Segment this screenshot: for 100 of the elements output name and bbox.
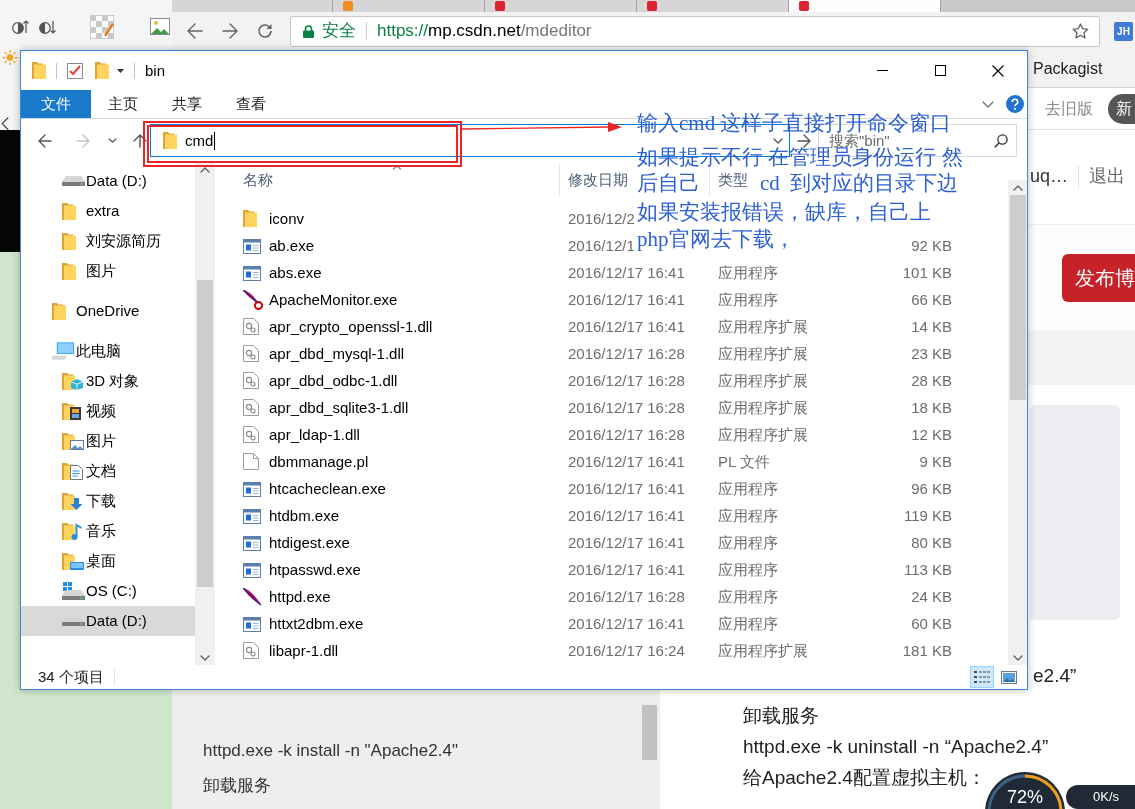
preview-line: 卸载服务 <box>743 704 819 728</box>
browser-tab[interactable] <box>637 0 789 12</box>
preview-line: e2.4” <box>1033 664 1077 688</box>
minimize-icon <box>876 70 888 71</box>
nav-item[interactable]: 此电脑 <box>21 336 195 366</box>
program-window-icon <box>243 237 261 254</box>
modified-date: 2016/12/17 16:41 <box>568 263 685 282</box>
annotation-text: php官网去下载， <box>637 229 795 250</box>
ribbon-tab[interactable]: 文件 <box>21 90 91 118</box>
item-count: 34 个项目 <box>38 668 104 686</box>
scrollbar-thumb[interactable] <box>197 280 213 587</box>
logout-link[interactable]: 退出 <box>1089 166 1125 188</box>
file-name[interactable]: httpd.exe <box>269 587 331 606</box>
file-type: 应用程序 <box>718 290 778 309</box>
search-icon[interactable] <box>994 134 1008 148</box>
file-name[interactable]: htcacheclean.exe <box>269 479 386 498</box>
column-header[interactable]: 类型 <box>710 169 756 191</box>
contrast-up-icon[interactable] <box>12 18 29 35</box>
ribbon-tab[interactable]: 主页 <box>91 90 155 118</box>
nav-item[interactable]: 图片 <box>21 426 195 456</box>
folder-icon <box>163 132 177 149</box>
file-name[interactable]: libapr-1.dll <box>269 641 339 660</box>
nav-item[interactable]: extra <box>21 196 195 226</box>
scroll-down-icon[interactable] <box>1012 655 1023 661</box>
file-size: 14 KB <box>911 317 952 336</box>
usage-percent: 72% <box>1007 787 1043 807</box>
file-name[interactable]: iconv <box>269 209 305 228</box>
scroll-up-icon[interactable] <box>200 167 210 173</box>
nav-item[interactable]: 桌面 <box>21 546 195 576</box>
bookmark-link[interactable]: Packagist <box>1033 58 1103 79</box>
file-name[interactable]: htdbm.exe <box>269 506 340 525</box>
browser-tab[interactable] <box>789 0 941 12</box>
user-name[interactable]: uq… <box>1029 166 1068 188</box>
url-field[interactable]: 安全 https://mp.csdn.net/mdeditor <box>290 15 1100 47</box>
nav-item[interactable]: Data (D:) <box>21 606 195 636</box>
annotation-text: 如果安装报错误，缺库，自己上 <box>637 202 931 223</box>
file-name[interactable]: apr_ldap-1.dll <box>269 425 360 444</box>
modified-date: 2016/12/17 16:28 <box>568 425 685 444</box>
checkerboard-icon[interactable] <box>90 14 114 39</box>
file-size: 12 KB <box>911 425 952 444</box>
extension-button[interactable]: JH <box>1114 21 1133 41</box>
file-name[interactable]: httxt2dbm.exe <box>269 614 364 633</box>
modified-date: 2016/12/17 16:41 <box>568 506 685 525</box>
file-name[interactable]: abs.exe <box>269 263 322 282</box>
ribbon-tab[interactable]: 查看 <box>219 90 283 118</box>
browser-tab[interactable] <box>485 0 637 12</box>
details-view-button[interactable] <box>970 666 994 688</box>
modified-date: 2016/12/17 16:28 <box>568 371 685 390</box>
file-name[interactable]: htdigest.exe <box>269 533 350 552</box>
file-type: 应用程序 <box>718 614 778 633</box>
nav-item[interactable]: 图片 <box>21 256 195 286</box>
nav-item[interactable]: 下载 <box>21 486 195 516</box>
publish-button[interactable]: 发布博 <box>1062 253 1135 302</box>
program-window-icon <box>243 480 261 497</box>
file-name[interactable]: ApacheMonitor.exe <box>269 290 398 309</box>
file-type: 应用程序 <box>718 560 778 579</box>
ribbon-tab[interactable]: 共享 <box>155 90 219 118</box>
nav-item[interactable]: OS (C:) <box>21 576 195 606</box>
program-window-icon <box>243 561 261 578</box>
modified-date: 2016/12/17 16:41 <box>568 614 685 633</box>
help-icon[interactable] <box>1006 95 1024 113</box>
caret-icon[interactable] <box>117 68 124 73</box>
nav-item[interactable]: 3D 对象 <box>21 366 195 396</box>
chevron-down-icon[interactable] <box>982 100 994 108</box>
go-button[interactable] <box>794 132 814 149</box>
pill-button[interactable]: 新 <box>1108 93 1135 124</box>
gear-document-icon <box>243 372 259 389</box>
file-name[interactable]: apr_dbd_sqlite3-1.dll <box>269 398 409 417</box>
scroll-down-icon[interactable] <box>200 655 210 661</box>
download-folder-icon <box>62 492 84 510</box>
file-name[interactable]: apr_dbd_mysql-1.dll <box>269 344 405 363</box>
sort-indicator-icon <box>392 165 402 170</box>
file-name[interactable]: ab.exe <box>269 236 315 255</box>
chevron-down-icon[interactable] <box>773 137 783 144</box>
picture-icon[interactable] <box>150 18 170 36</box>
column-header[interactable]: 修改日期 <box>560 169 636 191</box>
nav-item[interactable]: 文档 <box>21 456 195 486</box>
nav-item[interactable]: OneDrive <box>21 296 195 326</box>
column-header[interactable]: 名称 <box>235 165 559 195</box>
source-line: httpd.exe -k install -n "Apache2.4" <box>203 740 458 762</box>
nav-item[interactable]: 刘安源简历 <box>21 226 195 256</box>
chevron-left-icon[interactable] <box>1 116 9 130</box>
gear-document-icon <box>243 399 259 416</box>
file-name[interactable]: htpasswd.exe <box>269 560 361 579</box>
file-name[interactable]: dbmmanage.pl <box>269 452 369 471</box>
chevron-down-icon <box>107 138 117 143</box>
scroll-up-icon[interactable] <box>1012 185 1023 191</box>
file-name[interactable]: apr_dbd_odbc-1.dll <box>269 371 398 390</box>
nav-item[interactable]: Data (D:) <box>21 166 195 196</box>
file-type: 应用程序扩展 <box>718 317 808 336</box>
bookmark-star-icon[interactable] <box>1072 23 1089 39</box>
scrollbar-thumb[interactable] <box>1009 195 1026 400</box>
arrow-right-icon <box>797 133 811 148</box>
scrollbar-thumb[interactable] <box>642 705 657 760</box>
contrast-down-icon[interactable] <box>39 18 56 35</box>
nav-item[interactable]: 音乐 <box>21 516 195 546</box>
modified-date: 2016/12/17 16:41 <box>568 533 685 552</box>
nav-item[interactable]: 视频 <box>21 396 195 426</box>
checklist-icon[interactable] <box>67 62 83 79</box>
file-name[interactable]: apr_crypto_openssl-1.dll <box>269 317 433 336</box>
